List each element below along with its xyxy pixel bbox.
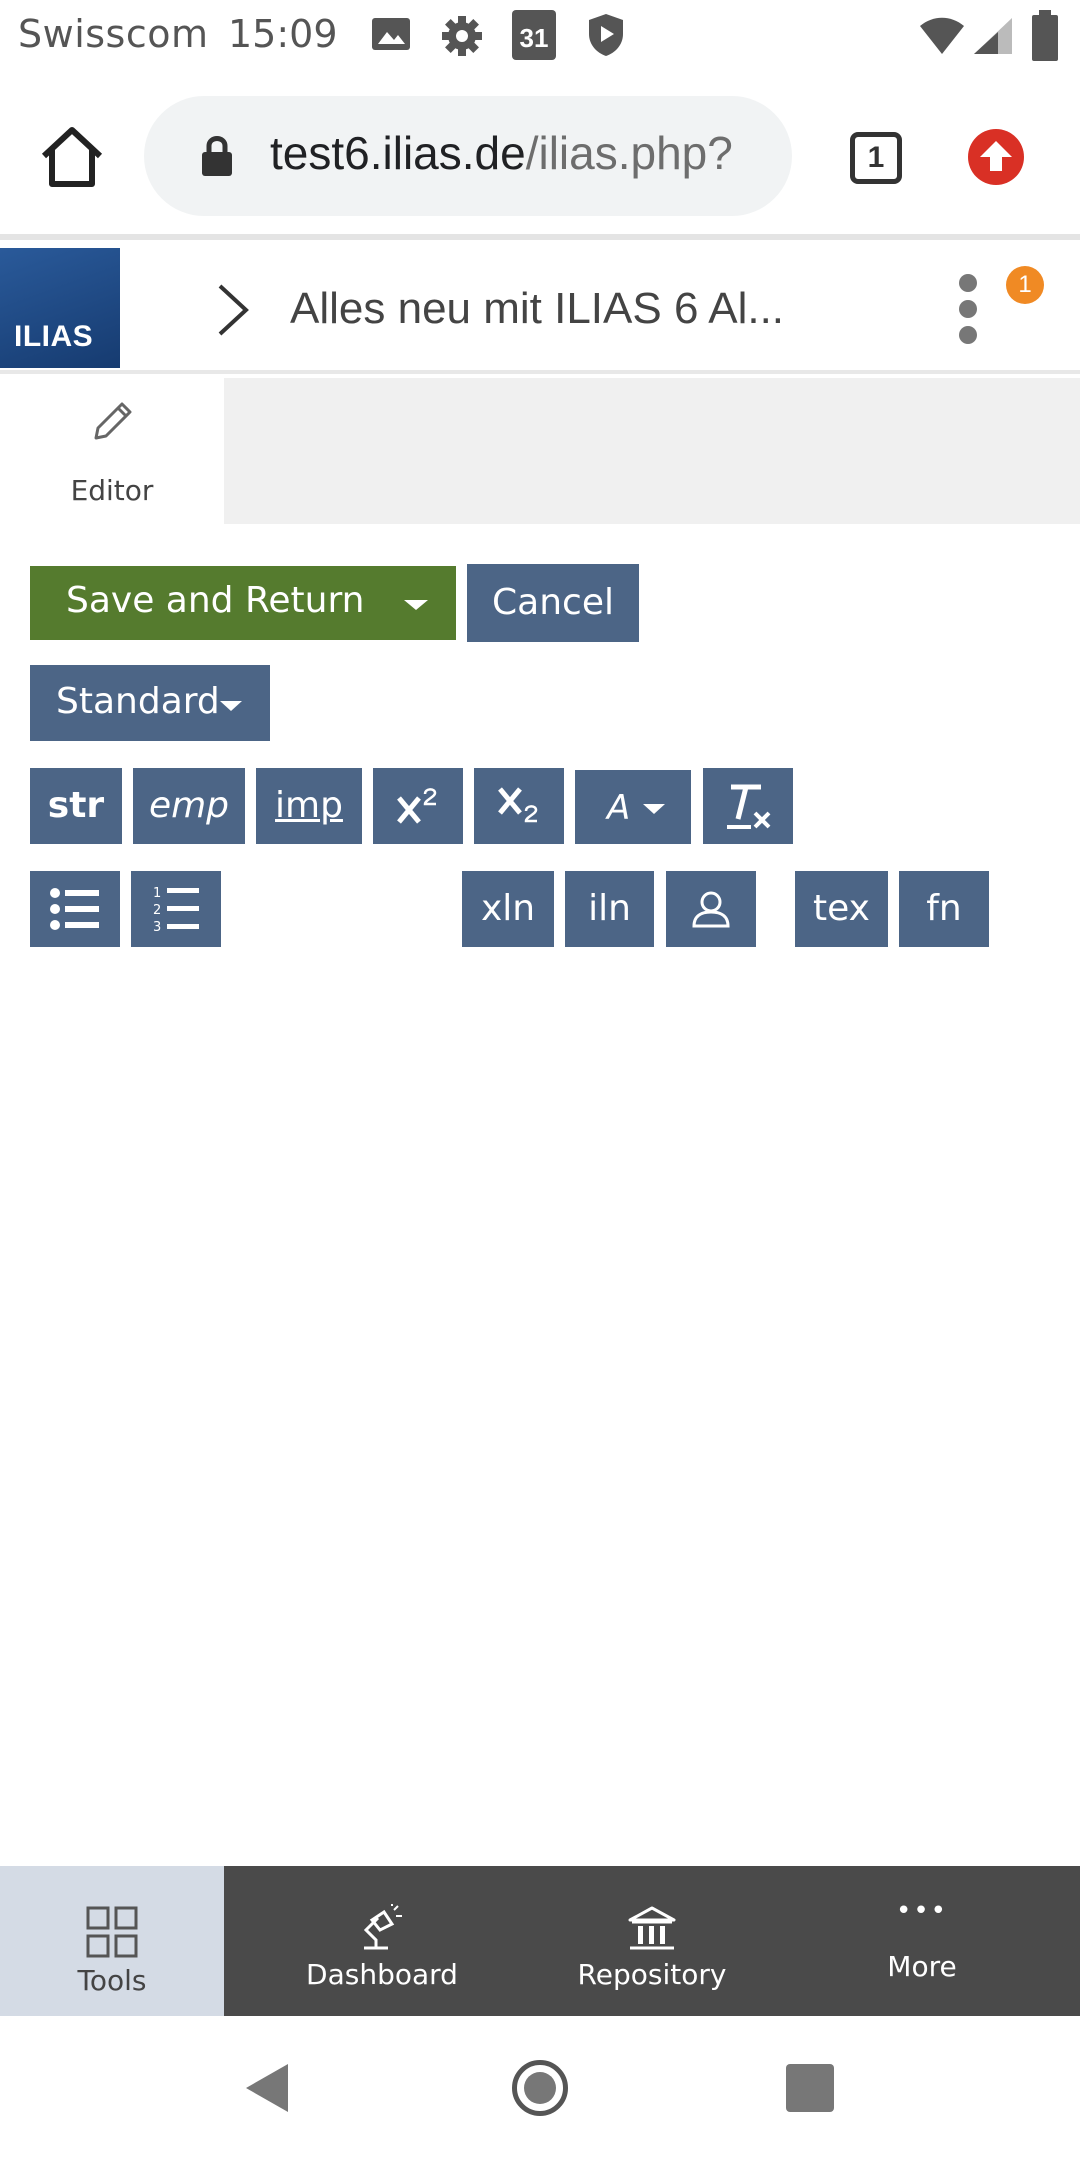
footnote-button[interactable]: fn: [899, 871, 989, 947]
tab-switcher-button[interactable]: 1: [850, 132, 902, 184]
cancel-button[interactable]: Cancel: [467, 564, 639, 642]
font-label: A: [607, 788, 631, 828]
superscript-button[interactable]: [373, 768, 463, 844]
calendar-icon: 31: [512, 10, 556, 60]
system-navigation-bar: [0, 2016, 1080, 2160]
save-label: Save and Return: [66, 580, 365, 621]
logo-text: ILIAS: [14, 320, 94, 353]
pencil-icon: [94, 402, 132, 440]
url-host: test6.ilias.de: [270, 127, 526, 179]
user-icon: [692, 891, 730, 928]
recents-square-icon[interactable]: [786, 2064, 834, 2112]
numbered-list-icon: 1 2 3: [153, 886, 199, 935]
nav-dashboard[interactable]: Dashboard: [224, 1866, 540, 2016]
shield-icon: [589, 14, 623, 56]
home-icon[interactable]: [36, 122, 108, 190]
internal-link-button[interactable]: iln: [565, 871, 654, 947]
svg-text:3: 3: [153, 920, 161, 935]
image-icon: [372, 18, 410, 50]
carrier-name: Swisscom: [18, 12, 209, 56]
url-path: /ilias.php?: [525, 127, 733, 179]
update-button[interactable]: [968, 129, 1024, 185]
more-options-icon[interactable]: [956, 274, 980, 346]
settings-icon: [442, 16, 482, 56]
dashboard-lamp-icon: [363, 1904, 402, 1950]
user-link-button[interactable]: [666, 871, 756, 947]
important-button[interactable]: imp: [256, 768, 362, 844]
bottom-navigation: Tools Dashboard Repository ••• More: [0, 1866, 1080, 2016]
calendar-day: 31: [519, 23, 549, 53]
ilias-header: ILIAS Alles neu mit ILIAS 6 Al... 1: [0, 246, 1080, 374]
bullet-list-icon: [50, 888, 99, 930]
nav-more-label: More: [887, 1950, 957, 1983]
more-dots-icon: •••: [895, 1896, 949, 1926]
back-icon[interactable]: [244, 2062, 290, 2114]
arrow-up-icon: [980, 141, 1012, 171]
lock-icon: [202, 136, 232, 176]
signal-icon: [974, 18, 1012, 54]
save-and-return-button[interactable]: Save and Return: [30, 566, 456, 640]
grid-icon: [86, 1906, 138, 1958]
editor-tool-tab[interactable]: Editor: [0, 378, 224, 524]
chevron-right-icon[interactable]: [214, 282, 254, 338]
caret-down-icon[interactable]: [404, 600, 428, 610]
svg-text:1: 1: [153, 886, 161, 901]
repository-building-icon: [628, 1906, 676, 1950]
battery-icon: [1032, 10, 1058, 61]
paragraph-style-dropdown[interactable]: Standard: [30, 665, 270, 741]
subscript-icon: [498, 787, 538, 823]
nav-tools[interactable]: Tools: [0, 1866, 224, 2016]
nav-repository-label: Repository: [577, 1958, 727, 1991]
style-label: Standard: [56, 681, 220, 722]
notification-badge[interactable]: 1: [1006, 266, 1044, 304]
numbered-list-button[interactable]: 1 2 3: [131, 871, 221, 947]
bullet-list-button[interactable]: [30, 871, 120, 947]
url-text: test6.ilias.de/ilias.php?: [270, 126, 780, 180]
clear-format-icon: [727, 784, 771, 829]
nav-repository[interactable]: Repository: [540, 1866, 764, 2016]
caret-down-icon: [643, 804, 665, 814]
page-title[interactable]: Alles neu mit ILIAS 6 Al...: [290, 284, 784, 334]
browser-toolbar: test6.ilias.de/ilias.php? 1: [0, 72, 1080, 240]
wifi-icon: [920, 17, 964, 54]
strong-button[interactable]: str: [30, 768, 122, 844]
nav-dashboard-label: Dashboard: [306, 1958, 458, 1991]
status-time: 15:09: [228, 12, 338, 56]
tex-button[interactable]: tex: [795, 871, 888, 947]
font-style-dropdown[interactable]: A: [575, 770, 691, 844]
ilias-logo[interactable]: ILIAS: [0, 248, 120, 368]
nav-tools-label: Tools: [77, 1964, 147, 1997]
tool-content-area: [224, 378, 1080, 524]
superscript-icon: [397, 788, 437, 824]
caret-down-icon: [220, 701, 242, 711]
clear-formatting-button[interactable]: [703, 768, 793, 844]
subscript-button[interactable]: [474, 768, 564, 844]
editor-tab-label: Editor: [70, 474, 154, 507]
tab-count: 1: [867, 141, 885, 174]
status-bar: Swisscom 15:09 31: [0, 0, 1080, 72]
nav-more[interactable]: ••• More: [764, 1866, 1080, 2016]
external-link-button[interactable]: xln: [462, 871, 554, 947]
emphasis-button[interactable]: emp: [133, 768, 245, 844]
svg-text:2: 2: [153, 903, 161, 918]
address-bar[interactable]: test6.ilias.de/ilias.php?: [144, 96, 792, 216]
home-circle-icon[interactable]: [512, 2060, 568, 2116]
